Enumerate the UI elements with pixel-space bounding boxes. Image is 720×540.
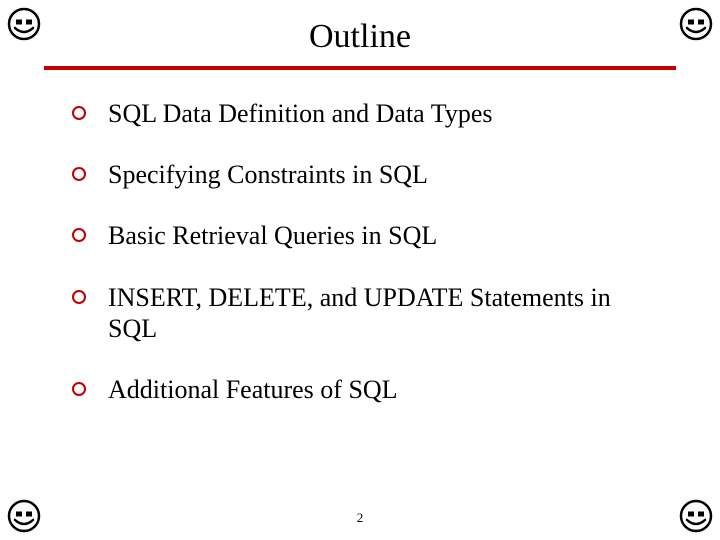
bullet-list: SQL Data Definition and Data Types Speci… bbox=[72, 98, 660, 405]
slide-title: Outline bbox=[0, 0, 720, 62]
list-item: SQL Data Definition and Data Types bbox=[72, 98, 660, 129]
slide-body: SQL Data Definition and Data Types Speci… bbox=[0, 70, 720, 405]
list-item: INSERT, DELETE, and UPDATE Statements in… bbox=[72, 282, 660, 344]
bullet-text: SQL Data Definition and Data Types bbox=[108, 98, 660, 129]
list-item: Additional Features of SQL bbox=[72, 374, 660, 405]
bullet-text: Specifying Constraints in SQL bbox=[108, 159, 660, 190]
list-item: Specifying Constraints in SQL bbox=[72, 159, 660, 190]
bullet-icon bbox=[72, 106, 86, 120]
bullet-text: Basic Retrieval Queries in SQL bbox=[108, 220, 660, 251]
decorative-corner-icon-top-right bbox=[678, 6, 714, 42]
bullet-text: INSERT, DELETE, and UPDATE Statements in… bbox=[108, 282, 660, 344]
bullet-icon bbox=[72, 228, 86, 242]
bullet-icon bbox=[72, 290, 86, 304]
list-item: Basic Retrieval Queries in SQL bbox=[72, 220, 660, 251]
bullet-icon bbox=[72, 382, 86, 396]
page-number: 2 bbox=[0, 510, 720, 526]
decorative-corner-icon-top-left bbox=[6, 6, 42, 42]
slide: Outline SQL Data Definition and Data Typ… bbox=[0, 0, 720, 540]
bullet-text: Additional Features of SQL bbox=[108, 374, 660, 405]
bullet-icon bbox=[72, 167, 86, 181]
